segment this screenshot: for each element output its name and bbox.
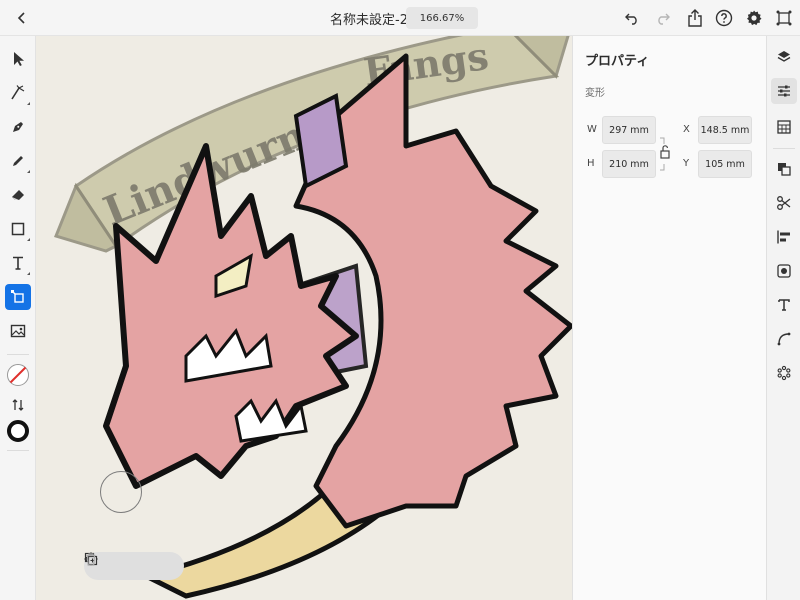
stroke-width-button[interactable] [5,418,31,444]
swap-fill-stroke-button[interactable] [5,392,31,418]
selection-tool[interactable] [5,46,31,72]
align-left-icon [777,230,790,244]
fill-stroke-swatch[interactable] [5,362,31,388]
layers-icon [777,51,791,62]
pencil-icon [13,156,23,166]
submenu-indicator [27,102,30,105]
arrow-pointer-icon [14,52,24,66]
y-field[interactable]: 105 mm [698,150,752,178]
rectangle-icon [11,222,25,236]
chevron-left-icon [17,12,25,24]
transform-section-label: 変形 [585,88,605,99]
y-label: Y [683,158,690,169]
stroke-swatch-icon [7,364,29,386]
type-icon [13,256,23,270]
undo-button[interactable] [620,6,644,30]
scissors-icon [777,196,791,210]
radial-repeat-icon [777,365,791,381]
image-trace-button[interactable] [771,258,797,284]
undo-icon [625,13,637,25]
help-icon [715,9,733,27]
eraser-icon [12,190,24,200]
type-panel-icon [778,299,790,311]
height-field[interactable]: 210 mm [602,150,656,178]
magic-wand-icon [11,85,25,100]
unlock-icon [660,150,670,159]
document-title[interactable]: 名称未設定-2 [330,9,408,28]
pathfinder-icon [778,163,791,176]
gear-icon [747,10,762,26]
pen-nib-icon [13,122,23,132]
artboard-canvas[interactable]: Lindwurm Fangs [36,36,572,600]
toolbar-divider [7,354,29,355]
help-button[interactable] [712,6,736,30]
submenu-indicator [27,272,30,275]
fit-screen-button[interactable] [772,6,796,30]
selection-mini-toolbar [84,552,184,580]
delete-button[interactable] [86,553,173,577]
x-field[interactable]: 148.5 mm [698,116,752,144]
share-icon [688,9,702,27]
direct-selection-tool[interactable] [5,80,31,106]
layers-panel-button[interactable] [771,44,797,70]
pathfinder-panel-button[interactable] [771,156,797,182]
scissors-tool-button[interactable] [771,190,797,216]
repeat-radial-button[interactable] [771,360,797,386]
duplicate-button[interactable] [84,552,145,577]
redo-button[interactable] [651,6,675,30]
properties-panel: プロパティ 変形 W 297 mm H 210 mm X 148.5 mm Y … [572,36,766,600]
width-label: W [587,124,597,135]
rectangle-tool[interactable] [5,216,31,242]
panel-switcher-strip [766,36,800,600]
strip-divider [773,148,795,149]
share-button[interactable] [683,6,707,30]
toolbar-divider [7,450,29,451]
back-button[interactable] [10,6,34,30]
width-field[interactable]: 297 mm [602,116,656,144]
image-trace-icon [777,264,791,278]
properties-panel-button[interactable] [771,78,797,104]
pencil-tool[interactable] [5,148,31,174]
grids-panel-button[interactable] [771,114,797,140]
zoom-level[interactable]: 166.67% [406,7,478,29]
fit-screen-icon [776,10,792,26]
settings-button[interactable] [742,6,766,30]
app-window: 名称未設定-2 166.67% Fangs プロパティ 変形 W 297 mm … [0,0,800,600]
type-panel-button[interactable] [771,292,797,318]
x-label: X [683,124,690,135]
constrain-proportions-lock[interactable] [658,134,672,174]
submenu-indicator [27,238,30,241]
transform-icon [11,290,24,303]
grid-icon [777,120,791,134]
transform-tool[interactable] [5,284,31,310]
sliders-icon [778,85,790,97]
stroke-circle-icon [7,420,29,442]
redo-icon [658,13,670,25]
eraser-tool[interactable] [5,182,31,208]
align-panel-button[interactable] [771,224,797,250]
type-tool[interactable] [5,250,31,276]
trash-icon [86,553,96,566]
properties-title: プロパティ [585,54,650,69]
curve-icon [777,332,791,346]
height-label: H [587,158,595,169]
image-icon [10,324,26,338]
left-toolbar [0,36,36,600]
image-tool[interactable] [5,318,31,344]
submenu-indicator [27,170,30,173]
dragon-artwork: Lindwurm Fangs [53,36,572,599]
swap-icon [12,399,24,411]
top-bar: 名称未設定-2 166.67% [0,0,800,36]
curvature-tool-button[interactable] [771,326,797,352]
move-button[interactable] [84,552,117,577]
touch-shortcut-circle[interactable] [100,471,142,513]
pen-tool[interactable] [5,114,31,140]
